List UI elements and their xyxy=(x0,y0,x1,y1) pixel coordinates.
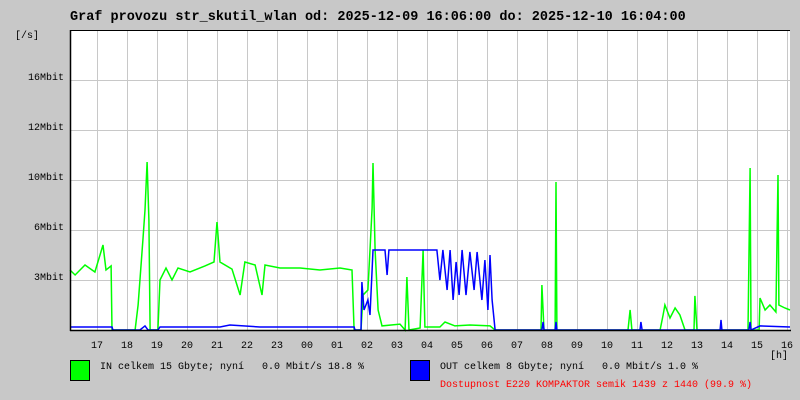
x-tick-label: 00 xyxy=(300,341,313,352)
availability-text: Dostupnost E220 KOMPAKTOR semik 1439 z 1… xyxy=(440,380,753,391)
x-tick-label: 03 xyxy=(390,341,403,352)
x-tick-label: 14 xyxy=(720,341,733,352)
x-tick-label: 23 xyxy=(270,341,283,352)
x-tick-label: 07 xyxy=(510,341,523,352)
x-tick-label: 20 xyxy=(180,341,193,352)
y-tick-label: 16Mbit xyxy=(27,73,64,84)
x-tick-label: 21 xyxy=(210,341,223,352)
x-tick-label: 12 xyxy=(660,341,673,352)
x-tick-label: 01 xyxy=(330,341,343,352)
x-tick-label: 09 xyxy=(570,341,583,352)
y-tick-label: 6Mbit xyxy=(33,223,64,234)
x-tick-label: 15 xyxy=(750,341,763,352)
legend-in-swatch xyxy=(70,360,90,381)
x-axis-unit: [h] xyxy=(770,351,789,362)
x-tick-label: 05 xyxy=(450,341,463,352)
y-tick-label: 3Mbit xyxy=(33,273,64,284)
legend-in-text: IN celkem 15 Gbyte; nyní 0.0 Mbit/s 18.8… xyxy=(100,362,365,373)
x-tick-label: 02 xyxy=(360,341,373,352)
x-tick-label: 11 xyxy=(630,341,643,352)
x-tick-label: 06 xyxy=(480,341,493,352)
x-tick-label: 17 xyxy=(90,341,103,352)
x-tick-label: 10 xyxy=(600,341,613,352)
x-tick-label: 08 xyxy=(540,341,553,352)
legend-out-swatch xyxy=(410,360,430,381)
legend-out-text: OUT celkem 8 Gbyte; nyní 0.0 Mbit/s 1.0 … xyxy=(440,362,699,373)
x-tick-label: 19 xyxy=(150,341,163,352)
x-tick-label: 18 xyxy=(120,341,133,352)
x-tick-label: 13 xyxy=(690,341,703,352)
y-tick-label: 10Mbit xyxy=(27,173,64,184)
x-tick-label: 22 xyxy=(240,341,253,352)
traffic-chart xyxy=(69,30,791,332)
y-tick-label: 12Mbit xyxy=(27,123,64,134)
x-tick-label: 04 xyxy=(420,341,433,352)
